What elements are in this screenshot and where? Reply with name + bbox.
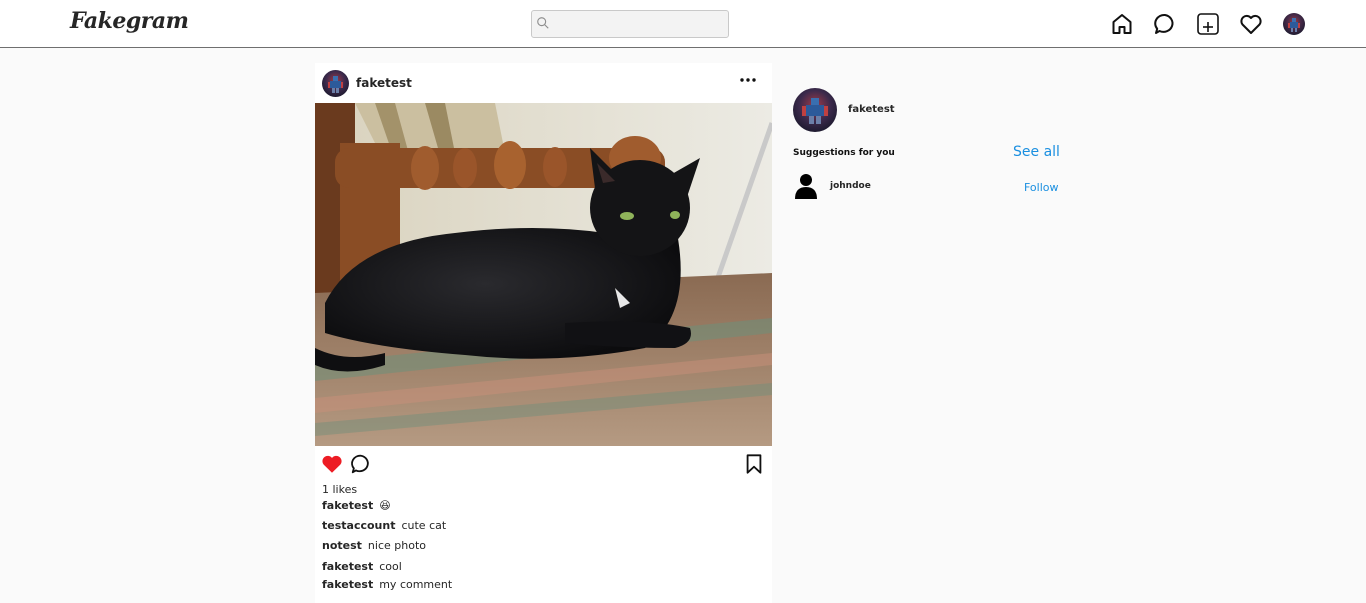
likes-count: 1 likes xyxy=(322,483,358,496)
cat-photo xyxy=(315,103,772,446)
post-card: faketest 1 likes faketest 😆 testaccount … xyxy=(315,63,772,603)
see-all-link[interactable]: See all xyxy=(1013,144,1060,160)
messages-button[interactable] xyxy=(1153,12,1177,36)
heart-filled-icon xyxy=(322,455,342,473)
follow-button[interactable]: Follow xyxy=(1024,181,1059,194)
post-author-username[interactable]: faketest xyxy=(356,76,412,90)
comment-icon xyxy=(351,454,369,474)
comment-text: nice photo xyxy=(367,539,426,552)
post-caption: faketest 😆 xyxy=(322,499,391,512)
comment-username[interactable]: faketest xyxy=(322,560,373,573)
post-actions xyxy=(315,451,772,477)
current-user-avatar[interactable] xyxy=(793,88,837,132)
post-image[interactable] xyxy=(315,103,772,446)
avatar-image xyxy=(1288,18,1300,32)
caption-text: 😆 xyxy=(379,499,391,512)
bookmark-icon xyxy=(746,454,762,474)
comment-row: faketest my comment xyxy=(322,578,452,591)
comment-text: my comment xyxy=(379,578,453,591)
comment-button[interactable] xyxy=(350,453,372,475)
comment-row: notest nice photo xyxy=(322,539,426,552)
app-logo[interactable]: Fakegram xyxy=(70,8,189,34)
post-header: faketest xyxy=(315,63,772,103)
messages-icon xyxy=(1154,13,1174,34)
new-post-icon xyxy=(1197,13,1219,35)
comment-text: cute cat xyxy=(401,519,447,532)
current-user-username[interactable]: faketest xyxy=(848,104,895,115)
more-options-icon[interactable] xyxy=(739,73,757,87)
activity-button[interactable] xyxy=(1239,12,1263,36)
comment-text: cool xyxy=(379,560,402,573)
heart-icon xyxy=(1240,14,1262,34)
comment-row: faketest cool xyxy=(322,560,402,573)
like-button[interactable] xyxy=(321,453,343,475)
home-button[interactable] xyxy=(1110,12,1134,36)
suggestions-heading: Suggestions for you xyxy=(793,148,895,158)
suggested-user-username[interactable]: johndoe xyxy=(830,181,871,191)
post-author-avatar[interactable] xyxy=(322,70,349,97)
profile-avatar[interactable] xyxy=(1283,13,1305,35)
caption-username[interactable]: faketest xyxy=(322,499,373,512)
avatar-image xyxy=(328,76,343,93)
default-user-avatar-icon[interactable] xyxy=(794,172,818,199)
home-icon xyxy=(1112,14,1132,34)
search-input[interactable] xyxy=(554,14,724,34)
comment-username[interactable]: testaccount xyxy=(322,519,395,532)
save-button[interactable] xyxy=(743,453,765,475)
comment-username[interactable]: faketest xyxy=(322,578,373,591)
new-post-button[interactable] xyxy=(1196,12,1220,36)
comment-username[interactable]: notest xyxy=(322,539,362,552)
top-navigation-bar: Fakegram xyxy=(0,0,1366,48)
comment-row: testaccount cute cat xyxy=(322,519,446,532)
search-icon xyxy=(537,17,549,29)
avatar-image xyxy=(802,98,828,124)
search-box[interactable] xyxy=(531,10,729,38)
